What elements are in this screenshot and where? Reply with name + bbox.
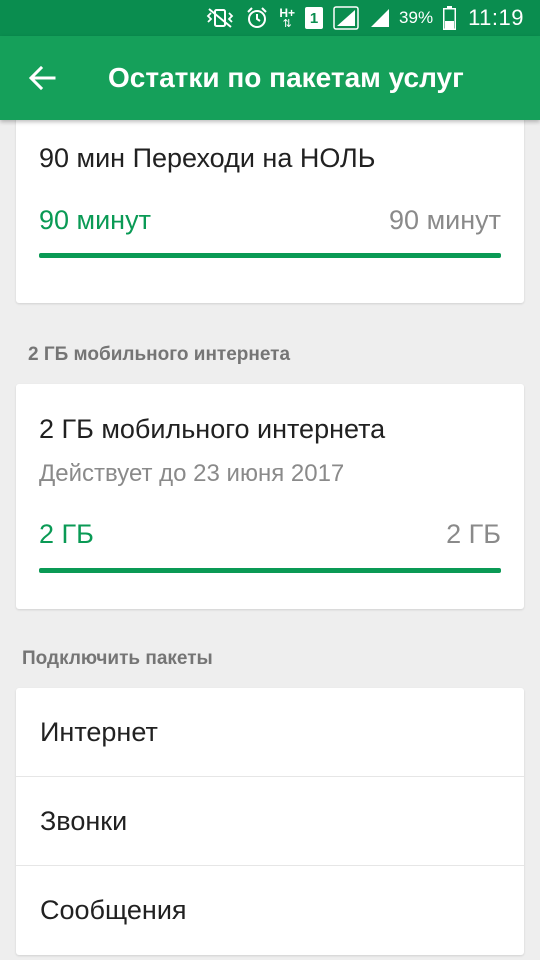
connect-packages-list: Интернет Звонки Сообщения (16, 688, 524, 955)
status-bar: H+ ⇅ 1 39% 11:19 (0, 0, 540, 36)
package-remaining: 90 минут (39, 205, 151, 235)
package-progress-bar (39, 568, 501, 573)
menu-item-label: Звонки (40, 805, 128, 836)
arrow-left-icon (28, 65, 56, 91)
package-card-internet: 2 ГБ мобильного интернета Действует до 2… (16, 384, 524, 609)
package-card-minutes: 90 мин Переходи на НОЛЬ 90 минут 90 мину… (16, 120, 524, 303)
package-total: 2 ГБ (446, 519, 501, 549)
section-header-connect: Подключить пакеты (22, 648, 213, 669)
vibrate-mute-icon (205, 7, 235, 29)
package-valid-until: Действует до 23 июня 2017 (39, 460, 345, 487)
package-title: 2 ГБ мобильного интернета (39, 414, 386, 444)
clock: 11:19 (468, 5, 524, 30)
signal-icon (369, 7, 391, 29)
battery-icon (443, 6, 457, 30)
menu-item-label: Сообщения (40, 895, 187, 925)
package-progress-bar (39, 253, 501, 258)
package-total: 90 минут (389, 205, 501, 235)
section-header-internet: 2 ГБ мобильного интернета (28, 344, 291, 365)
content-scroll[interactable]: 90 мин Переходи на НОЛЬ 90 минут 90 мину… (0, 120, 540, 960)
app-bar: Остатки по пакетам услуг (0, 36, 540, 120)
battery-percent: 39% (399, 8, 434, 27)
alarm-clock-icon (245, 6, 269, 30)
page-title: Остатки по пакетам услуг (108, 62, 464, 93)
menu-item-calls[interactable]: Звонки (16, 777, 524, 866)
sim-1-icon: 1 (305, 7, 324, 29)
package-title: 90 мин Переходи на НОЛЬ (39, 143, 376, 173)
package-remaining: 2 ГБ (39, 519, 94, 549)
mobile-data-icon: H+ ⇅ (279, 5, 296, 30)
package-progress-fill (39, 568, 501, 573)
back-button[interactable] (0, 36, 84, 120)
menu-item-internet[interactable]: Интернет (16, 688, 524, 777)
menu-item-label: Интернет (40, 716, 158, 747)
signal-icon (333, 6, 359, 30)
package-progress-fill (39, 253, 501, 258)
menu-item-messages[interactable]: Сообщения (16, 866, 524, 955)
